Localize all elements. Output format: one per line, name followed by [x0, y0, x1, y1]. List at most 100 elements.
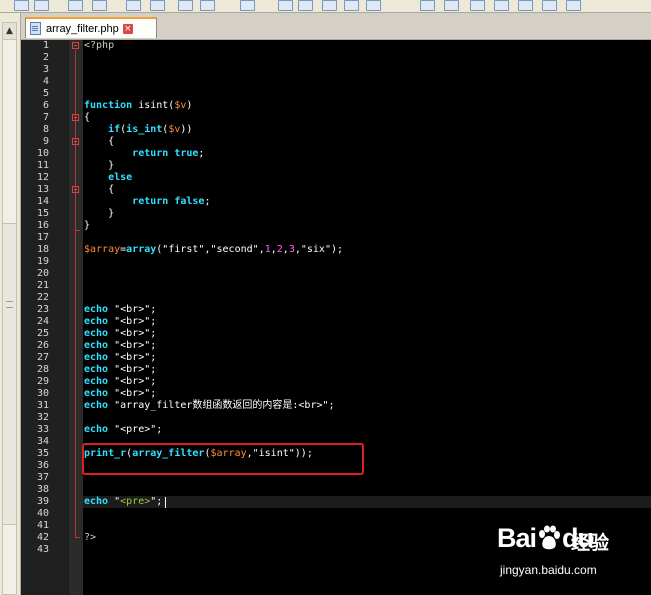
toolbar-help-icon[interactable] [566, 0, 581, 11]
line-number: 7 [42, 112, 49, 123]
toolbar-play-icon[interactable] [366, 0, 381, 11]
toolbar-zoom-out-icon[interactable] [200, 0, 215, 11]
toolbar-zoom-in-icon[interactable] [178, 0, 193, 11]
code-line-39: echo "<pre>"; [84, 496, 163, 507]
toolbar-run-icon[interactable] [518, 0, 533, 11]
toolbar [0, 0, 651, 13]
toolbar-redo-icon[interactable] [34, 0, 49, 11]
baidu-jingyan-watermark: Bai du 经验 jingyan.baidu.com [497, 523, 645, 589]
tab-array-filter-php[interactable]: array_filter.php × [25, 17, 157, 38]
line-number: 11 [36, 160, 49, 171]
fold-marker-function-icon[interactable] [72, 114, 79, 121]
line-number: 39 [36, 496, 49, 507]
annotation-highlight-box [82, 443, 364, 475]
line-number: 33 [36, 424, 49, 435]
fold-line-php [75, 50, 76, 538]
scroll-up-icon[interactable]: ▲ [3, 23, 16, 40]
line-number: 26 [36, 340, 49, 351]
line-number: 32 [36, 412, 49, 423]
fold-end-function [75, 230, 80, 231]
line-number: 34 [36, 436, 49, 447]
fold-marker-else-icon[interactable] [72, 186, 79, 193]
line-number: 29 [36, 376, 49, 387]
toolbar-wrap-icon[interactable] [278, 0, 293, 11]
fold-marker-php-icon[interactable] [72, 42, 79, 49]
line-number: 1 [42, 40, 49, 51]
baidu-paw-icon [539, 525, 560, 550]
line-number: 25 [36, 328, 49, 339]
code-line-33: echo "<pre>"; [84, 424, 163, 435]
code-editor[interactable]: 1 2 3 4 5 6 7 8 9 10 11 12 13 14 15 16 17 18 19 20 21 22 23 24 2… [21, 40, 651, 595]
toolbar-find-icon[interactable] [126, 0, 141, 11]
toolbar-undo-icon[interactable] [14, 0, 29, 11]
line-number: 20 [36, 268, 49, 279]
line-number: 38 [36, 484, 49, 495]
code-line-12: else [108, 172, 133, 183]
code-line-31: echo "array_filter数组函数返回的内容是:<br>"; [84, 400, 335, 411]
php-file-icon [30, 22, 41, 35]
side-scrollbar[interactable]: ▲ [2, 22, 17, 595]
toolbar-stop-icon[interactable] [420, 0, 435, 11]
line-number: 27 [36, 352, 49, 363]
code-line-9: { [108, 136, 115, 147]
toolbar-cut-icon[interactable] [68, 0, 83, 11]
jingyan-url: jingyan.baidu.com [500, 563, 597, 577]
code-line-13: { [108, 184, 115, 195]
toolbar-record-icon[interactable] [344, 0, 359, 11]
line-number: 18 [36, 244, 49, 255]
line-number: 28 [36, 364, 49, 375]
toolbar-spell-icon[interactable] [470, 0, 485, 11]
code-line-14: return false; [132, 196, 211, 207]
text-caret [165, 497, 166, 508]
toolbar-replace-icon[interactable] [150, 0, 165, 11]
fold-end-php [75, 537, 80, 538]
line-number: 10 [36, 148, 49, 159]
toolbar-sync-icon[interactable] [240, 0, 255, 11]
line-number: 8 [42, 124, 49, 135]
tab-bar: array_filter.php × [21, 13, 651, 40]
jingyan-text: 经验 [571, 533, 610, 554]
code-line-25: echo "<br>"; [84, 328, 157, 339]
code-line-27: echo "<br>"; [84, 352, 157, 363]
line-number: 19 [36, 256, 49, 267]
code-line-42: ?> [84, 532, 97, 543]
toolbar-copy-icon[interactable] [92, 0, 107, 11]
code-line-24: echo "<br>"; [84, 316, 157, 327]
line-number: 43 [36, 544, 49, 555]
fold-margin [69, 40, 83, 595]
line-number: 14 [36, 196, 49, 207]
line-number: 41 [36, 520, 49, 531]
line-number: 17 [36, 232, 49, 243]
tab-close-icon[interactable]: × [122, 23, 133, 34]
code-line-28: echo "<br>"; [84, 364, 157, 375]
line-number: 13 [36, 184, 49, 195]
fold-marker-if-icon[interactable] [72, 138, 79, 145]
toolbar-settings-icon[interactable] [542, 0, 557, 11]
code-line-29: echo "<br>"; [84, 376, 157, 387]
line-number: 2 [42, 52, 49, 63]
line-number: 40 [36, 508, 49, 519]
tab-filename: array_filter.php [46, 22, 119, 35]
code-line-6: function isint($v) [84, 100, 193, 111]
line-number: 5 [42, 88, 49, 99]
line-number: 37 [36, 472, 49, 483]
line-number: 3 [42, 64, 49, 75]
line-number: 35 [36, 448, 49, 459]
scroll-thumb[interactable] [3, 223, 16, 525]
line-number: 24 [36, 316, 49, 327]
line-number: 22 [36, 292, 49, 303]
line-number: 31 [36, 400, 49, 411]
code-line-18: $array=array("first","second",1,2,3,"six… [84, 244, 344, 255]
line-number: 16 [36, 220, 49, 231]
code-line-8: if(is_int($v)) [108, 124, 193, 135]
toolbar-save-macro-icon[interactable] [444, 0, 459, 11]
toolbar-macro-icon[interactable] [322, 0, 337, 11]
line-number: 12 [36, 172, 49, 183]
code-line-23: echo "<br>"; [84, 304, 157, 315]
code-line-30: echo "<br>"; [84, 388, 157, 399]
toolbar-format-icon[interactable] [494, 0, 509, 11]
code-line-1: <?php [84, 40, 115, 51]
code-line-15: } [108, 208, 115, 219]
line-number: 23 [36, 304, 49, 315]
toolbar-indent-icon[interactable] [298, 0, 313, 11]
